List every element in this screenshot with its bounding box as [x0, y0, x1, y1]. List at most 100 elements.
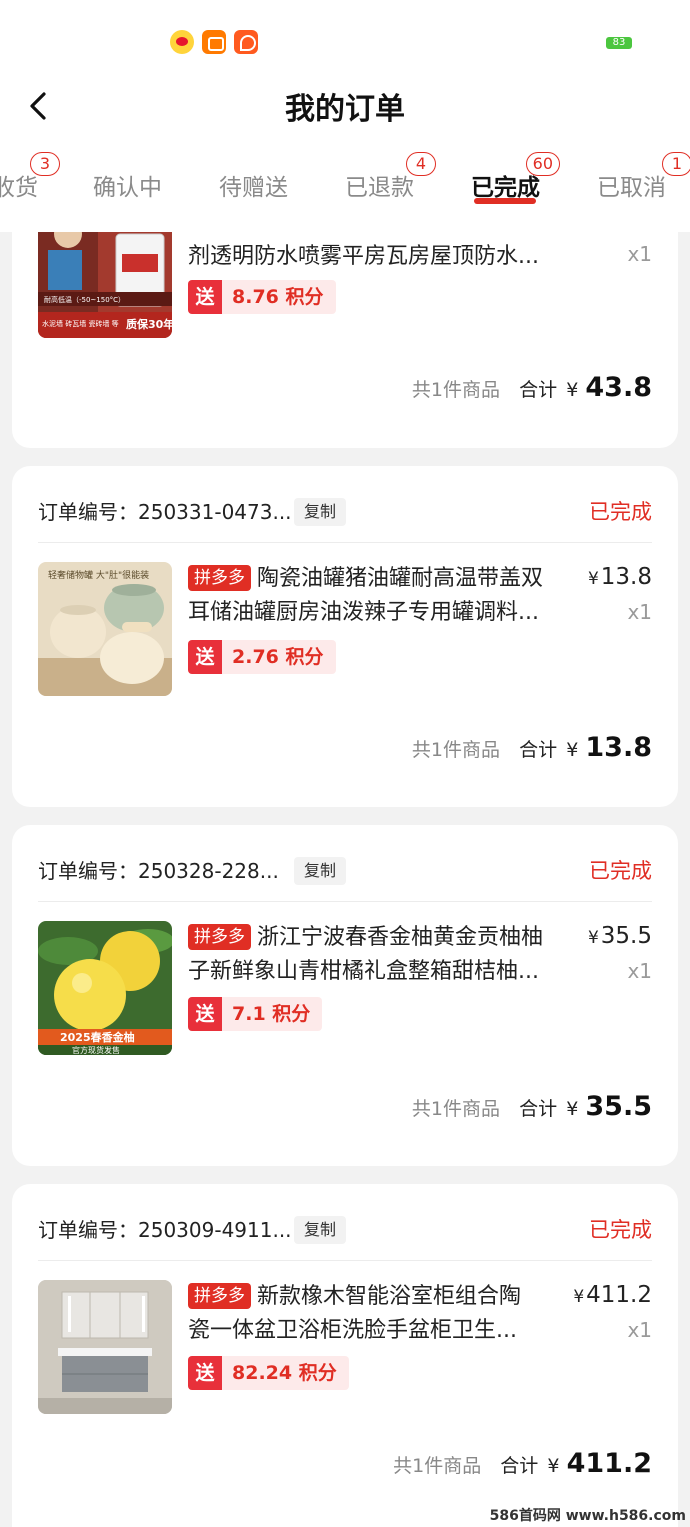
image-caption: 2025春香金柚	[60, 1030, 135, 1044]
product-title-line2[interactable]: 子新鲜象山青柑橘礼盒整箱甜桔柚...	[188, 955, 574, 989]
points-value: 8.76 积分	[232, 286, 324, 308]
currency-symbol: ¥	[566, 739, 579, 761]
tab-confirming[interactable]: 确认中	[93, 168, 162, 202]
order-status: 已完成	[589, 500, 652, 524]
product-title[interactable]: 拼多多 陶瓷油罐猪油罐耐高温带盖双	[188, 562, 574, 596]
product-image[interactable]: 2025春香金柚 官方现货发售	[38, 921, 172, 1055]
order-summary: 共1件商品 合计 ¥ 43.8	[412, 372, 652, 403]
image-caption: 耐高低温（-50~150°C）	[44, 295, 125, 304]
tab-label: 已取消	[597, 175, 666, 201]
product-title-line2[interactable]: 瓷一体盆卫浴柜洗脸手盆柜卫生...	[188, 1314, 560, 1348]
price-value: 13.8	[600, 564, 652, 590]
tab-to-gift[interactable]: 待赠送	[219, 168, 288, 202]
tab-count-badge: 60	[525, 152, 560, 176]
points-value: 2.76 积分	[232, 646, 324, 668]
product-title[interactable]: 拼多多 浙江宁波春香金柚黄金贡柚柚	[188, 921, 574, 955]
points-reward: 送 8.76 积分	[188, 280, 336, 314]
tab-refunded[interactable]: 已退款 4	[345, 152, 436, 202]
page-title: 我的订单	[285, 92, 405, 127]
product-title[interactable]: 剂透明防水喷雾平房瓦房屋顶防水...	[188, 240, 574, 274]
order-number: 订单编号：250331-0473...	[38, 500, 292, 524]
price-value: 411.2	[586, 1282, 652, 1308]
image-caption: 水泥墙 砖瓦墙 瓷砖墙 等	[42, 319, 119, 328]
order-number: 订单编号：250309-4911...	[38, 1218, 292, 1242]
order-card[interactable]: 耐高低温（-50~150°C） 水泥墙 砖瓦墙 瓷砖墙 等 质保30年 剂透明防…	[12, 232, 678, 448]
item-count: 共1件商品	[411, 1098, 500, 1120]
currency-symbol: ¥	[566, 379, 579, 401]
order-header: 订单编号：250328-228... 复制 已完成	[38, 855, 652, 891]
tab-count-badge: 4	[406, 152, 436, 176]
watermark: 586首码网 www.h586.com	[489, 1508, 686, 1524]
tab-count-badge: 1	[662, 152, 690, 176]
order-card[interactable]: 订单编号：250328-228... 复制 已完成 2025春香金柚 官方现货发…	[12, 825, 678, 1166]
header: 我的订单	[0, 70, 690, 148]
product-quantity: x1	[627, 242, 652, 266]
total-label: 合计	[519, 379, 558, 401]
price-value: 35.5	[600, 923, 652, 949]
send-label: 送	[188, 997, 222, 1031]
image-caption: 官方现货发售	[72, 1045, 120, 1055]
total-label: 合计	[519, 739, 558, 761]
tab-label: 已退款	[345, 175, 414, 201]
points-value: 7.1 积分	[232, 1003, 311, 1025]
total-label: 合计	[519, 1098, 558, 1120]
image-badge: 质保30年	[126, 317, 172, 331]
order-status: 已完成	[589, 859, 652, 883]
image-caption: 轻奢储物罐 大"肚"很能装	[48, 569, 149, 581]
tab-cancelled[interactable]: 已取消 1	[597, 152, 690, 202]
copy-order-number-button[interactable]: 复制	[294, 1216, 347, 1244]
send-label: 送	[188, 640, 222, 674]
product-price: ¥35.5	[588, 923, 652, 949]
battery-indicator: 83	[606, 37, 632, 49]
product-image[interactable]: 耐高低温（-50~150°C） 水泥墙 砖瓦墙 瓷砖墙 等 质保30年	[38, 232, 172, 338]
status-bar: 83	[0, 0, 690, 70]
order-total: 13.8	[585, 732, 652, 763]
currency-symbol: ¥	[587, 569, 599, 589]
total-label: 合计	[500, 1455, 539, 1477]
pinduoduo-tag: 拼多多	[188, 1283, 251, 1309]
points-reward: 送 7.1 积分	[188, 997, 323, 1031]
tab-count-badge: 3	[30, 152, 60, 176]
order-number: 订单编号：250328-228...	[38, 859, 279, 883]
order-card[interactable]: 订单编号：250309-4911... 复制 已完成 拼多多 新款橡木智能浴室柜组…	[12, 1184, 678, 1527]
copy-order-number-button[interactable]: 复制	[294, 857, 347, 885]
tab-completed[interactable]: 已完成 60	[471, 152, 560, 202]
product-title-line1: 陶瓷油罐猪油罐耐高温带盖双	[257, 566, 544, 591]
order-total: 411.2	[566, 1448, 652, 1479]
product-title-line1: 新款橡木智能浴室柜组合陶	[257, 1284, 522, 1309]
item-count: 共1件商品	[393, 1455, 482, 1477]
divider	[38, 901, 652, 902]
pinduoduo-tag: 拼多多	[188, 565, 251, 591]
order-header: 订单编号：250309-4911... 复制 已完成	[38, 1214, 652, 1250]
order-summary: 共1件商品 合计 ¥ 35.5	[412, 1091, 652, 1122]
order-status-tabs: 收货 3 确认中 待赠送 已退款 4 已完成 60 已取消 1	[0, 148, 690, 232]
order-card[interactable]: 订单编号：250331-0473... 复制 已完成 轻奢储物罐 大"肚"很能装…	[12, 466, 678, 807]
product-image[interactable]: 轻奢储物罐 大"肚"很能装	[38, 562, 172, 696]
order-header: 订单编号：250331-0473... 复制 已完成	[38, 496, 652, 532]
app-notification-icon	[202, 30, 226, 54]
app-notification-icon-2	[234, 30, 258, 54]
send-label: 送	[188, 1356, 222, 1390]
currency-symbol: ¥	[566, 1098, 579, 1120]
currency-symbol: ¥	[587, 928, 599, 948]
tab-label: 确认中	[93, 175, 162, 201]
tab-to-receive[interactable]: 收货 3	[0, 152, 60, 202]
order-status: 已完成	[589, 1218, 652, 1242]
product-quantity: x1	[627, 600, 652, 624]
product-price: ¥411.2	[573, 1282, 652, 1308]
item-count: 共1件商品	[411, 739, 500, 761]
product-quantity: x1	[627, 959, 652, 983]
product-title-line1: 浙江宁波春香金柚黄金贡柚柚	[257, 925, 544, 950]
order-summary: 共1件商品 合计 ¥ 13.8	[412, 732, 652, 763]
active-tab-indicator	[474, 198, 536, 204]
points-reward: 送 82.24 积分	[188, 1356, 349, 1390]
order-summary: 共1件商品 合计 ¥ 411.2	[393, 1448, 652, 1479]
product-image[interactable]	[38, 1280, 172, 1414]
product-title-line2[interactable]: 耳储油罐厨房油泼辣子专用罐调料...	[188, 596, 574, 630]
item-count: 共1件商品	[411, 379, 500, 401]
product-title[interactable]: 拼多多 新款橡木智能浴室柜组合陶	[188, 1280, 574, 1314]
copy-order-number-button[interactable]: 复制	[294, 498, 347, 526]
order-total: 35.5	[585, 1091, 652, 1122]
send-label: 送	[188, 280, 222, 314]
divider	[38, 542, 652, 543]
